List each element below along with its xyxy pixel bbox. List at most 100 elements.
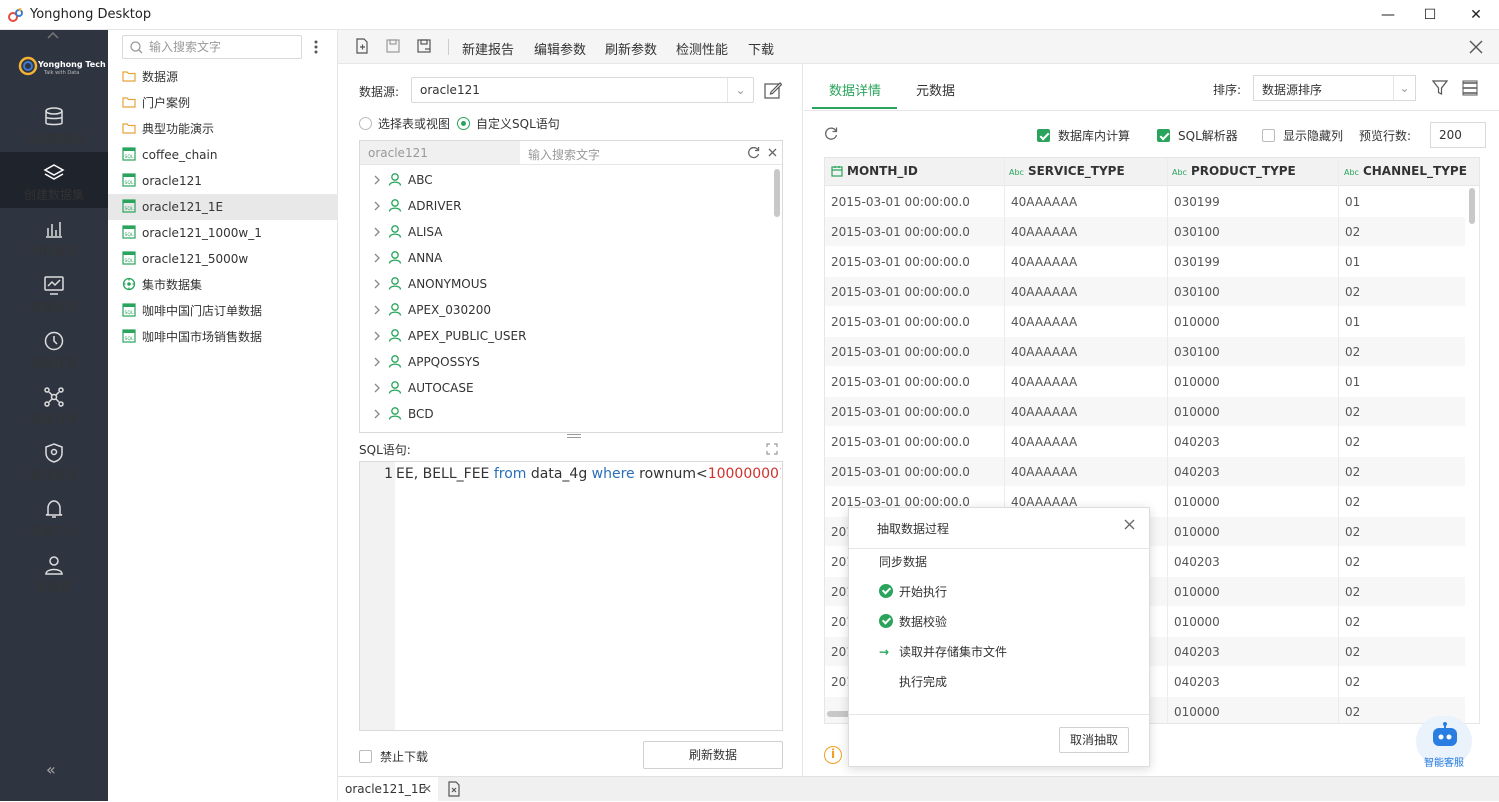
tree-item[interactable]: 数据源 — [122, 64, 337, 90]
save-icon[interactable] — [385, 38, 401, 54]
show-hidden-checkbox[interactable]: 显示隐藏列 — [1262, 127, 1343, 144]
column-header-service-type[interactable]: Abc SERVICE_TYPE — [1009, 164, 1125, 178]
column-header-product-type[interactable]: Abc PRODUCT_TYPE — [1172, 164, 1296, 178]
edit-icon[interactable] — [764, 81, 782, 99]
nav-admin[interactable]: 管理系统 — [0, 432, 108, 488]
tree-item[interactable]: SQL 咖啡中国市场销售数据 — [122, 324, 337, 350]
tree-item[interactable]: 门户案例 — [122, 90, 337, 116]
schema-row[interactable]: ALISA — [372, 219, 442, 245]
download-button[interactable]: 下载 — [748, 39, 774, 58]
chevron-right-icon[interactable] — [372, 383, 382, 393]
export-file-icon[interactable] — [446, 781, 462, 797]
smart-assistant-button[interactable]: 智能客服 — [1414, 716, 1476, 770]
tree-item[interactable]: SQL oracle121 — [122, 168, 337, 194]
db-calc-checkbox[interactable]: 数据库内计算 — [1037, 127, 1130, 144]
schema-row[interactable]: ANONYMOUS — [372, 271, 487, 297]
new-report-button[interactable]: 新建报告 — [462, 39, 514, 58]
nav-create-dataset[interactable]: 创建数据集 — [0, 152, 108, 208]
chevron-up-icon[interactable] — [46, 30, 60, 40]
nav-deep-analysis[interactable]: 深度分析 — [0, 376, 108, 432]
info-icon[interactable]: i — [824, 746, 842, 764]
chevron-right-icon[interactable] — [372, 357, 382, 367]
tree-item[interactable]: SQL 咖啡中国门店订单数据 — [122, 298, 337, 324]
schema-row[interactable]: APEX_030200 — [372, 297, 491, 323]
table-row[interactable]: 2015-03-01 00:00:00.0 40AAAAAA 010000 01 — [825, 307, 1465, 337]
collapse-nav-button[interactable]: « — [46, 760, 56, 779]
close-window-button[interactable]: ✕ — [1464, 4, 1488, 26]
check-performance-button[interactable]: 检测性能 — [676, 39, 728, 58]
refresh-icon[interactable] — [747, 146, 760, 159]
chevron-right-icon[interactable] — [372, 175, 382, 185]
refresh-data-button[interactable]: 刷新数据 — [643, 741, 783, 769]
schema-search-input[interactable]: 输入搜索文字 — [520, 141, 782, 164]
radio-custom-sql[interactable]: 自定义SQL语句 — [457, 115, 560, 132]
table-row[interactable]: 2015-03-01 00:00:00.0 40AAAAAA 040203 02 — [825, 427, 1465, 457]
chevron-right-icon[interactable] — [372, 253, 382, 263]
tree-item[interactable]: 集市数据集 — [122, 272, 337, 298]
tree-item[interactable]: SQL oracle121_1000w_1 — [122, 220, 337, 246]
sql-editor[interactable]: 1 EE, BELL_FEE from data_4g where rownum… — [359, 461, 783, 731]
table-row[interactable]: 2015-03-01 00:00:00.0 40AAAAAA 030199 01 — [825, 247, 1465, 277]
column-header-channel-type[interactable]: Abc CHANNEL_TYPE — [1344, 164, 1467, 178]
sql-parser-checkbox[interactable]: SQL解析器 — [1157, 127, 1238, 144]
tree-item[interactable]: SQL coffee_chain — [122, 142, 337, 168]
new-file-icon[interactable] — [354, 38, 370, 54]
tab-data-detail[interactable]: 数据详情 — [829, 80, 881, 99]
save-as-icon[interactable] — [416, 38, 432, 54]
nav-schedule[interactable]: 调度任务 — [0, 320, 108, 376]
table-row[interactable]: 2015-03-01 00:00:00.0 40AAAAAA 030100 02 — [825, 337, 1465, 367]
tab-oracle121-1e[interactable]: oracle121_1E ✕ — [338, 777, 438, 802]
close-icon[interactable] — [1124, 519, 1135, 530]
schema-row[interactable]: ADRIVER — [372, 193, 461, 219]
tree-item[interactable]: SQL oracle121_1E — [108, 194, 338, 220]
schema-scrollbar[interactable] — [774, 169, 780, 217]
nav-messages[interactable]: 消息中心 — [0, 488, 108, 544]
schema-row[interactable]: ABC — [372, 167, 433, 193]
table-row[interactable]: 2015-03-01 00:00:00.0 40AAAAAA 030100 02 — [825, 277, 1465, 307]
chevron-right-icon[interactable] — [372, 201, 382, 211]
tab-metadata[interactable]: 元数据 — [916, 80, 955, 99]
edit-params-button[interactable]: 编辑参数 — [534, 39, 586, 58]
nav-make-report[interactable]: 制作报告 — [0, 208, 108, 264]
radio-table-view[interactable]: 选择表或视图 — [359, 115, 450, 132]
schema-row[interactable]: APEX_PUBLIC_USER — [372, 323, 526, 349]
more-vertical-icon[interactable] — [314, 40, 318, 54]
schema-row[interactable]: ANNA — [372, 245, 442, 271]
schema-row[interactable]: BCD — [372, 401, 434, 427]
preview-rows-input[interactable]: 200 — [1430, 122, 1486, 148]
close-icon[interactable] — [1469, 40, 1483, 54]
grid-vertical-scrollbar[interactable] — [1469, 188, 1475, 224]
tree-search[interactable] — [122, 35, 302, 59]
chevron-right-icon[interactable] — [372, 279, 382, 289]
refresh-icon[interactable] — [824, 126, 838, 140]
table-row[interactable]: 2015-03-01 00:00:00.0 40AAAAAA 030100 02 — [825, 217, 1465, 247]
filter-icon[interactable] — [1432, 80, 1448, 96]
table-row[interactable]: 2015-03-01 00:00:00.0 40AAAAAA 040203 02 — [825, 457, 1465, 487]
table-row[interactable]: 2015-03-01 00:00:00.0 40AAAAAA 010000 01 — [825, 367, 1465, 397]
list-icon[interactable] — [1462, 80, 1478, 96]
tree-item[interactable]: SQL oracle121_5000w — [122, 246, 337, 272]
column-header-month-id[interactable]: MONTH_ID — [831, 164, 918, 178]
expand-icon[interactable] — [766, 443, 778, 455]
schema-row[interactable]: AUTOCASE — [372, 375, 474, 401]
no-download-checkbox[interactable]: 禁止下载 — [359, 748, 428, 765]
chevron-right-icon[interactable] — [372, 305, 382, 315]
tree-search-input[interactable] — [149, 36, 299, 58]
schema-row[interactable]: APPQOSSYS — [372, 349, 480, 375]
nav-add-datasource[interactable]: 添加数据源 — [0, 96, 108, 152]
maximize-button[interactable]: ☐ — [1418, 4, 1442, 26]
chevron-right-icon[interactable] — [372, 331, 382, 341]
tree-item[interactable]: 典型功能演示 — [122, 116, 337, 142]
chevron-right-icon[interactable] — [372, 409, 382, 419]
table-row[interactable]: 2015-03-01 00:00:00.0 40AAAAAA 030199 01 — [825, 187, 1465, 217]
sort-select[interactable]: 数据源排序 ⌄ — [1253, 75, 1416, 101]
refresh-params-button[interactable]: 刷新参数 — [605, 39, 657, 58]
datasource-select[interactable]: oracle121 ⌄ — [411, 77, 754, 103]
chevron-right-icon[interactable] — [372, 227, 382, 237]
close-tab-icon[interactable]: ✕ — [422, 777, 432, 801]
sql-code-line[interactable]: EE, BELL_FEE from data_4g where rownum<1… — [396, 466, 781, 482]
cancel-extract-button[interactable]: 取消抽取 — [1059, 727, 1129, 753]
table-row[interactable]: 2015-03-01 00:00:00.0 40AAAAAA 010000 02 — [825, 397, 1465, 427]
minimize-button[interactable]: — — [1376, 4, 1400, 26]
nav-view-report[interactable]: 查看报告 — [0, 264, 108, 320]
